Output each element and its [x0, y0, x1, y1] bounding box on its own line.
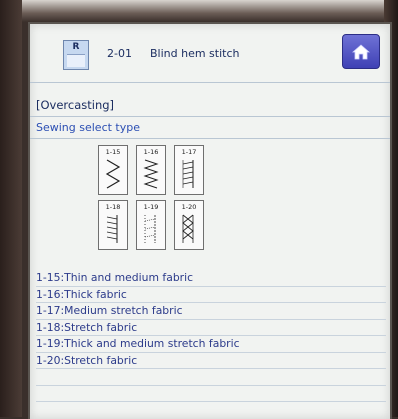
ladder-stitch-icon [182, 160, 194, 188]
presser-foot-letter: R [72, 42, 80, 52]
section-title: [Overcasting] [36, 98, 115, 112]
double-zigzag-stitch-icon [143, 159, 159, 189]
stitch-code: 1-15 [105, 148, 121, 156]
fabric-description-list: 1-15:Thin and medium fabric 1-16:Thick f… [36, 270, 386, 402]
home-button[interactable] [342, 34, 380, 69]
stitch-code: 1-18 [105, 203, 121, 211]
list-item: 1-19:Thick and medium stretch fabric [36, 336, 386, 353]
list-item: 1-20:Stretch fabric [36, 353, 386, 369]
home-icon [352, 43, 370, 59]
list-item: 1-17:Medium stretch fabric [36, 303, 386, 320]
stitch-tile-1-19[interactable]: 1-19 [136, 200, 166, 250]
stitch-tile-1-15[interactable]: 1-15 [98, 145, 128, 195]
screen-header: R 2-01 Blind hem stitch [30, 24, 390, 83]
stitch-tile-1-18[interactable]: 1-18 [98, 200, 128, 250]
stitch-tile-1-17[interactable]: 1-17 [174, 145, 204, 195]
pattern-number: 2-01 [107, 47, 132, 60]
list-item: 1-18:Stretch fabric [36, 320, 386, 336]
stitch-code: 1-19 [143, 203, 159, 211]
cross-overcast-stitch-icon [182, 214, 194, 243]
pattern-name: Blind hem stitch [150, 47, 240, 60]
lcd-screen: R 2-01 Blind hem stitch [Overcasting] Se… [28, 22, 392, 419]
photo-background-left [0, 0, 22, 417]
stitch-code: 1-16 [143, 148, 159, 156]
list-item: 1-15:Thin and medium fabric [36, 270, 386, 287]
stitch-code: 1-17 [181, 148, 197, 156]
stitch-tile-1-20[interactable]: 1-20 [174, 200, 204, 250]
stitch-tile-1-16[interactable]: 1-16 [136, 145, 166, 195]
presser-foot-r-icon: R [63, 40, 89, 70]
stitch-type-grid: 1-15 1-16 1-17 1-18 1-19 1-20 [98, 145, 248, 275]
section-subtitle: Sewing select type [36, 121, 141, 134]
zigzag-stitch-icon [105, 159, 121, 189]
stretch-overcast-stitch-icon [106, 215, 118, 243]
dotted-overcast-stitch-icon [144, 215, 156, 243]
stitch-code: 1-20 [181, 203, 197, 211]
photo-background-top [0, 0, 398, 22]
list-item: 1-16:Thick fabric [36, 287, 386, 303]
